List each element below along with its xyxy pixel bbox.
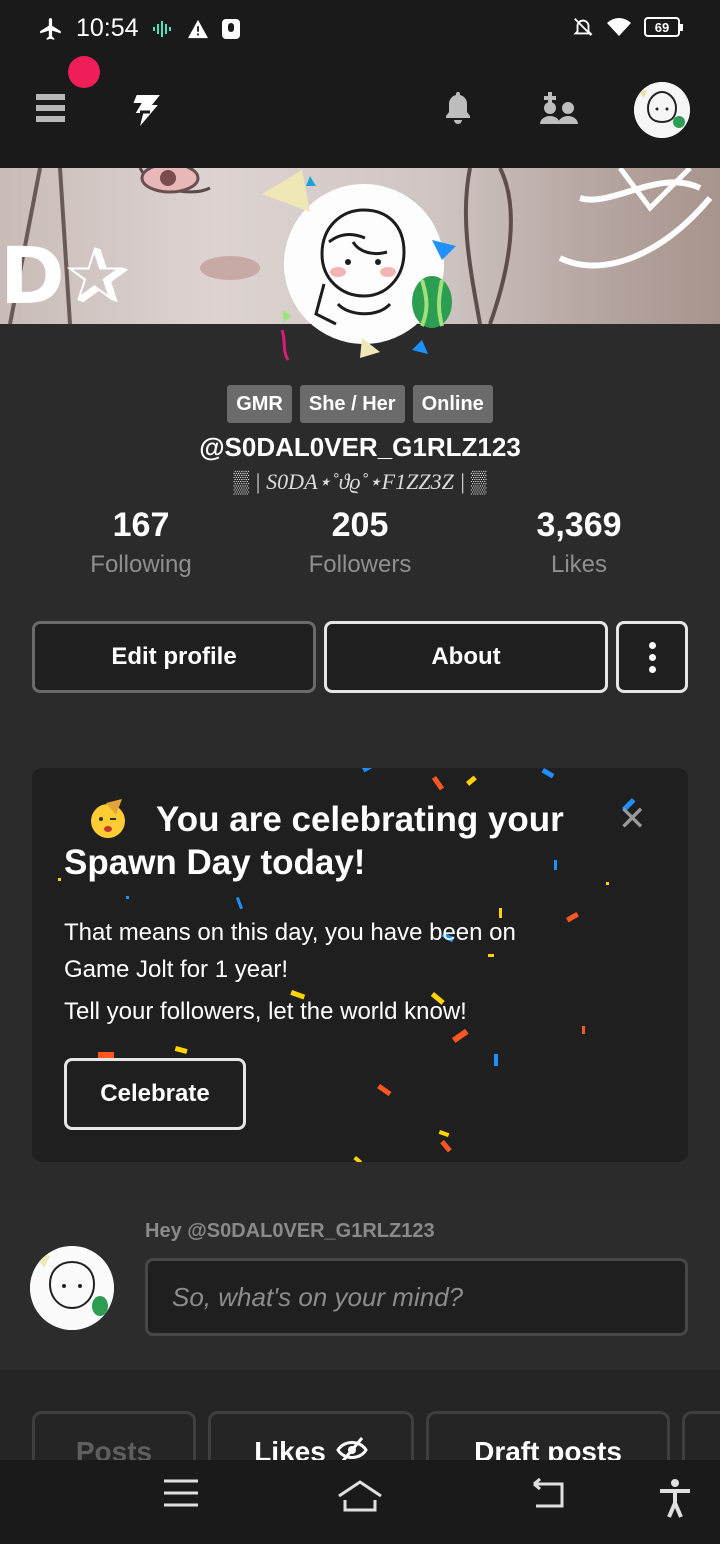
profile-display-name: ▒ | S0DA⋆˚ϑϱ˚⋆F1ZZ3Z | ▒ [233,469,487,494]
stat-following-value: 167 [112,506,170,544]
profile-tags: GMR She / Her Online [0,385,720,423]
wifi-icon [607,18,631,36]
profile-username: @S0DAL0VER_G1RLZ123 [199,432,521,462]
tag-online[interactable]: Online [412,385,493,423]
spawn-day-title-line2: Spawn Day today! [64,843,366,882]
gamejolt-logo[interactable] [126,92,164,132]
post-composer-avatar[interactable] [30,1246,114,1330]
menu-icon[interactable] [36,94,65,122]
stat-followers-label: Followers [308,551,412,578]
party-decoration [262,170,456,361]
stat-followers-value: 205 [331,506,389,544]
spawn-day-prompt: Tell your followers, let the world know! [64,998,467,1025]
airplane-mode-icon [40,17,61,40]
recording-indicator [68,56,100,88]
about-button[interactable]: About [324,621,608,693]
user-avatar[interactable] [634,82,690,138]
battery-icon: 69 [644,17,683,37]
celebrate-button[interactable]: Celebrate [64,1058,246,1130]
svg-text:D✰: D✰ [0,232,130,322]
mute-icon [573,18,593,36]
accessibility-icon[interactable] [658,1478,692,1518]
status-time: 10:54 [76,14,139,42]
recent-apps-icon[interactable] [164,1478,198,1508]
stat-following[interactable]: 167 Following [31,506,251,579]
waveform-notification-icon [152,20,171,37]
stat-likes-label: Likes [550,551,608,578]
home-icon[interactable] [336,1478,384,1514]
edit-profile-button[interactable]: Edit profile [32,621,316,693]
mic-notification-icon [221,18,240,39]
tag-pronouns[interactable]: She / Her [299,385,405,423]
more-vertical-icon [648,641,656,673]
stat-likes[interactable]: 3,369 Likes [469,506,689,579]
app-header [0,56,720,168]
status-bar: 10:54 69 [0,0,720,56]
friend-requests-icon[interactable] [540,90,578,126]
stat-likes-value: 3,369 [536,506,622,544]
spawn-day-description: That means on this day, you have been on… [64,919,516,983]
stat-followers[interactable]: 205 Followers [250,506,470,579]
spawn-day-card: You are celebrating your Spawn Day today!… [32,768,688,1162]
warning-icon [187,19,208,38]
post-greeting: Hey @S0DAL0VER_G1RLZ123 [145,1220,435,1242]
party-face-emoji-icon [91,799,125,838]
tag-gmr[interactable]: GMR [227,385,292,423]
spawn-day-title-line1: You are celebrating your [156,800,564,839]
back-icon[interactable] [530,1478,566,1512]
bell-icon[interactable] [444,90,472,124]
more-options-button[interactable] [616,621,688,693]
close-icon[interactable]: ✕ [618,802,647,836]
post-input[interactable] [145,1258,688,1336]
stat-following-label: Following [90,551,192,578]
spawn-day-title: You are celebrating your Spawn Day today! [64,798,584,884]
